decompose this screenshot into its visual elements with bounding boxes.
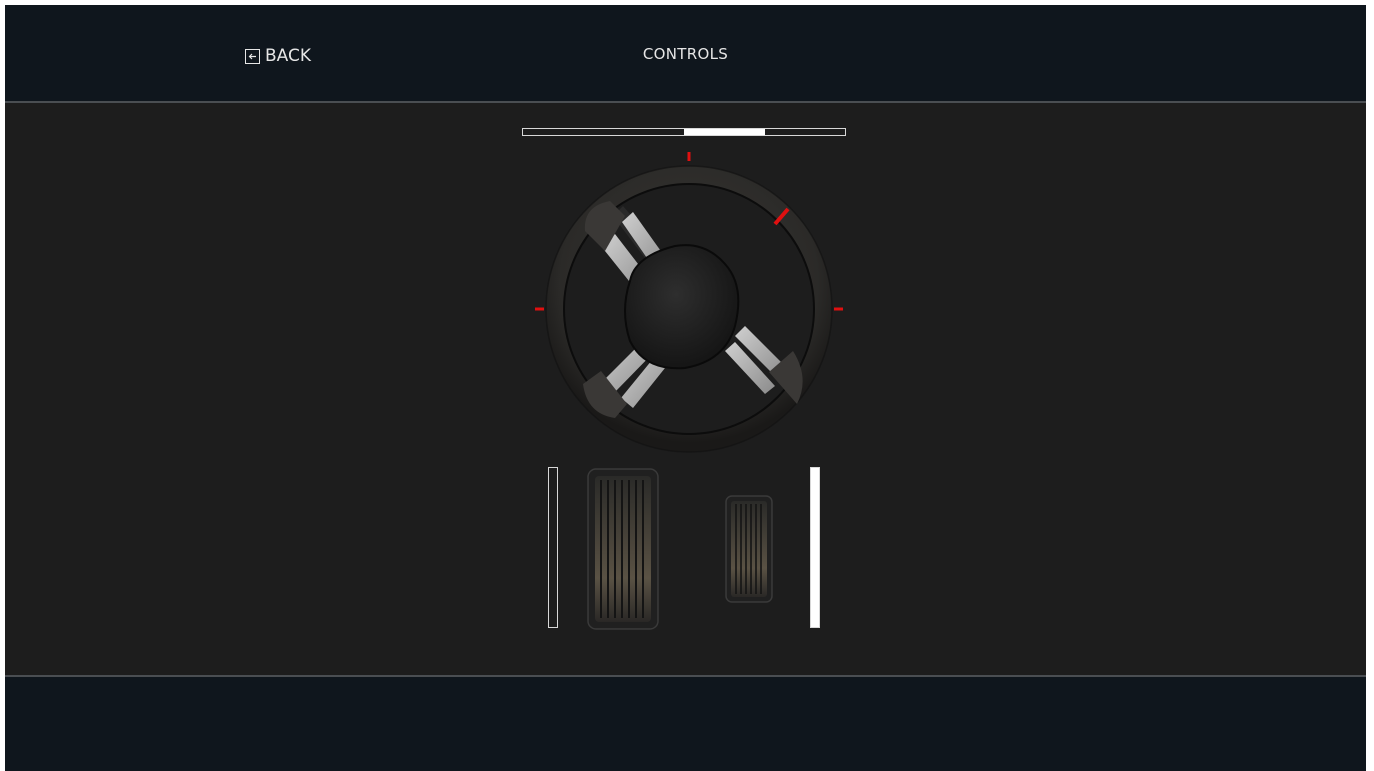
throttle-level-fill [811,468,819,627]
steering-input-indicator [684,129,765,135]
app-window: BACK CONTROLS [5,5,1366,771]
spoke-lower-right [725,326,803,404]
brake-pedal-icon [587,468,659,630]
gas-pedal-icon [725,495,773,603]
steering-input-bar [522,128,846,136]
top-bar: BACK CONTROLS [5,5,1366,103]
brake-level-bar [548,467,558,628]
page-title-text: CONTROLS [642,45,729,63]
page-title: CONTROLS [5,45,1366,63]
throttle-level-bar [810,467,820,628]
steering-wheel-icon [535,152,843,453]
bottom-bar [5,675,1366,771]
